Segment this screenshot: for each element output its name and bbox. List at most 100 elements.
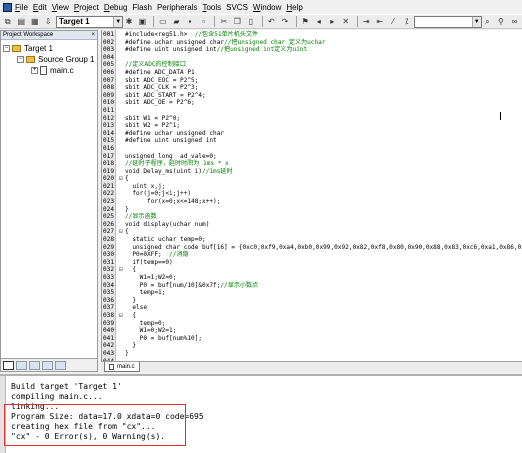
tab-files-icon[interactable] <box>3 360 14 370</box>
code-line[interactable]: 039 temp=0; <box>102 320 522 328</box>
fold-marker[interactable] <box>119 145 125 153</box>
menu-item-debug[interactable]: Debug <box>104 3 128 12</box>
code-line[interactable]: 010 sbit ADC_OE = P2^6; <box>102 99 522 107</box>
code-line[interactable]: 005 //定义ADC的控制接口 <box>102 61 522 69</box>
save-all-icon[interactable]: ▫ <box>198 16 210 28</box>
rebuild-icon[interactable]: ▦ <box>29 16 41 28</box>
code-line[interactable]: 011 <box>102 107 522 115</box>
code-line[interactable]: 034 P0 = buf[num/10]&0x7f;//显示小数点 <box>102 282 522 290</box>
code-line[interactable]: 007 sbit ADC_EOC = P2^5; <box>102 77 522 85</box>
code-line[interactable]: 030 P0=0XFF; //消隐 <box>102 251 522 259</box>
manage-icon[interactable]: ▣ <box>137 16 149 28</box>
code-line[interactable]: 008 sbit ADC_CLK = P2^3; <box>102 84 522 92</box>
tab-functions-icon[interactable] <box>42 360 53 370</box>
code-line[interactable]: 002 #define uchar unsigned char//把unsigne… <box>102 39 522 47</box>
code-line[interactable]: 025 //显示函数 <box>102 213 522 221</box>
target-options-icon[interactable]: ✱ <box>123 16 135 28</box>
find-in-files-icon[interactable]: ⚲ <box>495 16 507 28</box>
code-line[interactable]: 001 #include<reg51.h> //包含51单片机头文件 <box>102 31 522 39</box>
code-line[interactable]: 016 <box>102 145 522 153</box>
code-line[interactable]: 029 unsigned char code buf[16] = {0xc0,0… <box>102 244 522 252</box>
code-line[interactable]: 013 sbit W2 = P2^1; <box>102 122 522 130</box>
menu-item-tools[interactable]: Tools <box>202 3 221 12</box>
menu-item-file[interactable]: File <box>15 3 28 12</box>
code-line[interactable]: 024} <box>102 206 522 214</box>
menu-item-peripherals[interactable]: Peripherals <box>157 3 197 12</box>
paste-icon[interactable]: ▯ <box>245 16 257 28</box>
code-line[interactable]: 037 else <box>102 304 522 312</box>
uncomment-icon[interactable]: ⁒ <box>401 16 413 28</box>
new-file-icon[interactable]: ▭ <box>157 16 169 28</box>
code-text: { <box>125 175 129 183</box>
code-line[interactable]: 032 ⊟ { <box>102 266 522 274</box>
menu-item-project[interactable]: Project <box>74 3 99 12</box>
find-icon[interactable]: ⌕ <box>482 16 494 28</box>
code-line[interactable]: 018 //延时子程序，延时时间为 1ms * x <box>102 160 522 168</box>
tree-item[interactable]: − Target 1 <box>3 43 95 54</box>
clear-bookmarks-icon[interactable]: ✕ <box>340 16 352 28</box>
expand-icon[interactable]: + <box>31 67 38 74</box>
build-icon[interactable]: ▤ <box>16 16 28 28</box>
code-line[interactable]: 033 W1=1;W2=0; <box>102 274 522 282</box>
code-line[interactable]: 019 void Delay_ms(uint i)//1ms延时 <box>102 168 522 176</box>
next-bookmark-icon[interactable]: ▸ <box>327 16 339 28</box>
code-line[interactable]: 027 ⊟{ <box>102 228 522 236</box>
menu-item-view[interactable]: View <box>52 3 69 12</box>
close-icon[interactable]: × <box>91 32 97 38</box>
prev-bookmark-icon[interactable]: ◂ <box>313 16 325 28</box>
undo-icon[interactable]: ↶ <box>266 16 278 28</box>
fold-marker[interactable] <box>119 107 125 115</box>
indent-icon[interactable]: ⇥ <box>360 16 372 28</box>
code-line[interactable]: 014 #define uchar unsigned char <box>102 130 522 138</box>
code-line[interactable]: 020 ⊟{ <box>102 175 522 183</box>
code-line[interactable]: 026 void display(uchar num) <box>102 221 522 229</box>
code-line[interactable]: 021 uint x,j; <box>102 183 522 191</box>
cut-icon[interactable]: ✂ <box>218 16 230 28</box>
code-line[interactable]: 036 } <box>102 297 522 305</box>
code-line[interactable]: 009 sbit ADC_START = P2^4; <box>102 92 522 100</box>
menu-item-edit[interactable]: Edit <box>33 3 47 12</box>
collapse-icon[interactable]: − <box>3 45 10 52</box>
tree-item[interactable]: − Source Group 1 <box>3 54 95 65</box>
chevron-down-icon[interactable]: ▼ <box>471 16 481 27</box>
code-line[interactable]: 038 ⊟ { <box>102 312 522 320</box>
unindent-icon[interactable]: ⇤ <box>374 16 386 28</box>
tree-item[interactable]: + main.c <box>3 65 95 76</box>
tab-books-icon[interactable] <box>29 360 40 370</box>
find-input[interactable]: ▼ <box>414 15 482 28</box>
code-line[interactable]: 015 #define uint unsigned int <box>102 137 522 145</box>
save-icon[interactable]: ▪ <box>184 16 196 28</box>
menu-item-window[interactable]: Window <box>253 3 281 12</box>
bookmark-icon[interactable]: ⚑ <box>300 16 312 28</box>
code-line[interactable]: 043} <box>102 350 522 358</box>
redo-icon[interactable]: ↷ <box>279 16 291 28</box>
code-line[interactable]: 028 static uchar temp=0; <box>102 236 522 244</box>
code-editor[interactable]: 001 #include<reg51.h> //包含51单片机头文件 002 #def… <box>101 30 522 361</box>
comment-icon[interactable]: ⁄ <box>387 16 399 28</box>
collapse-icon[interactable]: − <box>17 56 24 63</box>
code-line[interactable]: 017 unsigned long ad_vale=0; <box>102 153 522 161</box>
tab-templates-icon[interactable] <box>55 360 66 370</box>
menu-item-svcs[interactable]: SVCS <box>226 3 248 12</box>
load-icon[interactable]: ⇩ <box>43 16 55 28</box>
tab-main-c[interactable]: main.c <box>104 362 140 372</box>
code-line[interactable]: 023 for(x=0;x<=148;x++); <box>102 198 522 206</box>
code-line[interactable]: 031 if(temp==0) <box>102 259 522 267</box>
code-line[interactable]: 022 for(j=0;j<i;j++) <box>102 190 522 198</box>
target-select[interactable]: Target 1 ▼ <box>56 15 124 28</box>
menu-item-flash[interactable]: Flash <box>132 3 152 12</box>
code-line[interactable]: 041 P0 = buf[num%10]; <box>102 335 522 343</box>
code-line[interactable]: 006 #define ADC_DATA P1 <box>102 69 522 77</box>
code-line[interactable]: 040 W1=0;W2=1; <box>102 327 522 335</box>
code-line[interactable]: 003 #define uint unsigned int//把unsigned … <box>102 46 522 54</box>
code-line[interactable]: 012 sbit W1 = P2^0; <box>102 115 522 123</box>
code-line[interactable]: 035 temp=1; <box>102 289 522 297</box>
open-file-icon[interactable]: ▰ <box>171 16 183 28</box>
copy-icon[interactable]: ❐ <box>232 16 244 28</box>
code-line[interactable]: 042 } <box>102 342 522 350</box>
translate-icon[interactable]: ⧉ <box>2 16 14 28</box>
tab-regs-icon[interactable] <box>16 360 27 370</box>
chevron-down-icon[interactable]: ▼ <box>113 16 123 27</box>
menu-item-help[interactable]: Help <box>286 3 302 12</box>
binoculars-icon[interactable]: ∞ <box>509 16 521 28</box>
